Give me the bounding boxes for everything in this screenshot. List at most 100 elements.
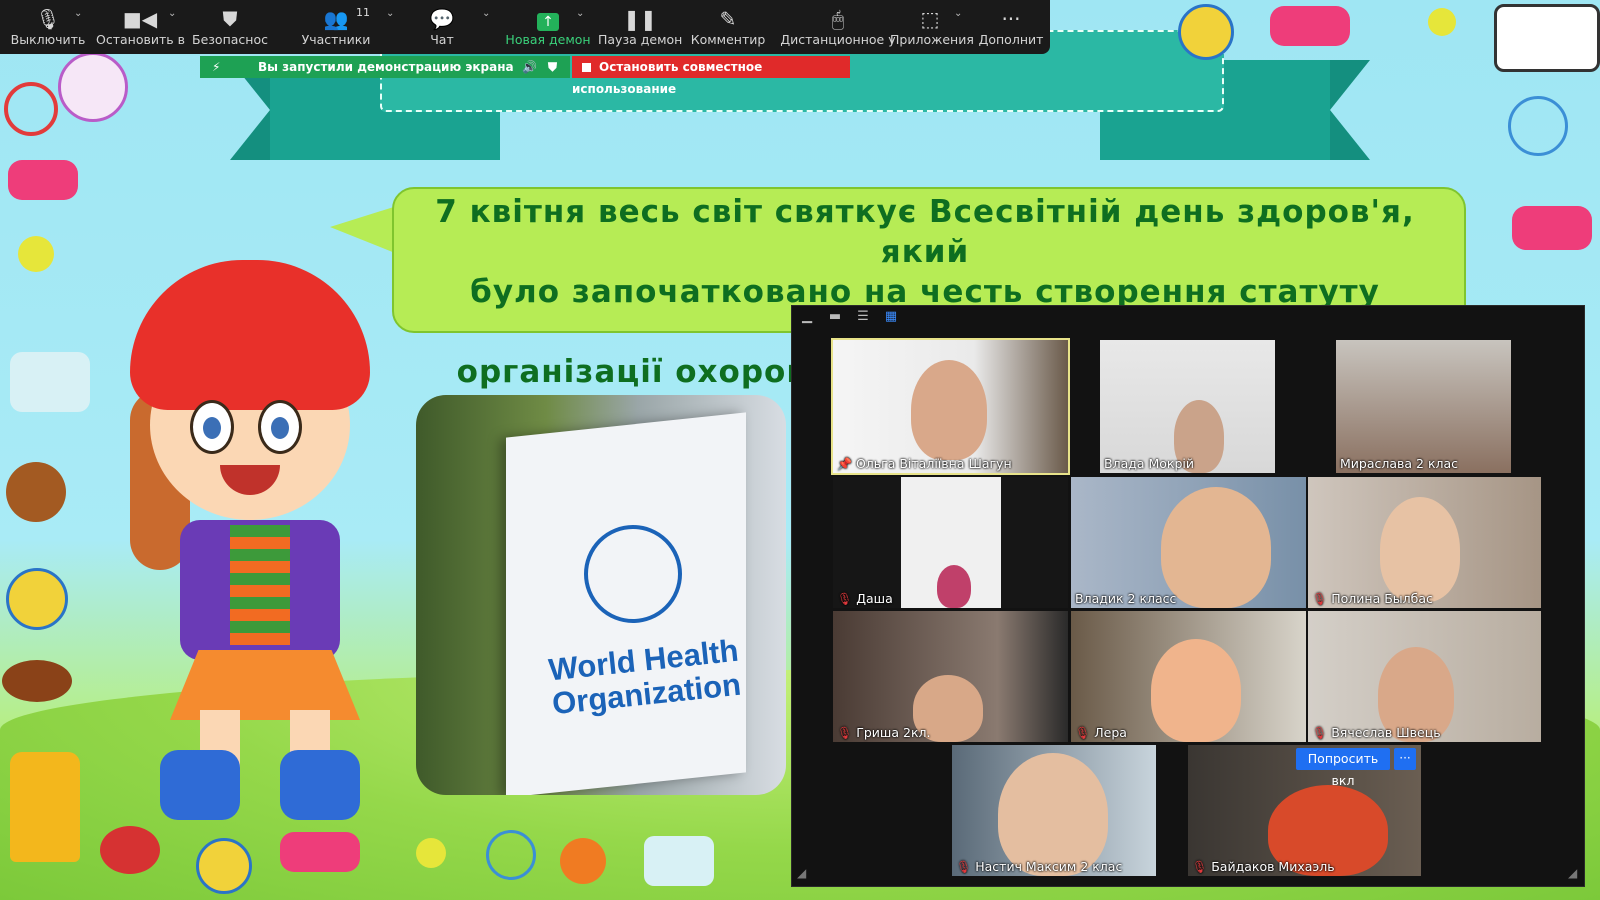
tennis-racket-icon bbox=[4, 82, 58, 136]
participant-name: Влада Мокрій bbox=[1104, 456, 1195, 471]
annotate-button[interactable]: ✎ Комментир bbox=[686, 0, 770, 54]
badminton-icon bbox=[1508, 96, 1568, 156]
tennis-ball-icon bbox=[18, 236, 54, 272]
video-tile[interactable]: Владик 2 класс bbox=[1071, 477, 1306, 608]
dumbbell-icon bbox=[8, 160, 78, 200]
chevron-down-icon[interactable]: ⌄ bbox=[576, 8, 584, 19]
girl-eye bbox=[258, 400, 302, 454]
video-tile[interactable]: 🎙 Вячеслав Швець bbox=[1308, 611, 1541, 742]
tennis-ball-icon bbox=[416, 838, 446, 868]
participant-video bbox=[911, 360, 987, 460]
participants-count: 11 bbox=[356, 6, 370, 19]
volleyball-icon bbox=[196, 838, 252, 894]
minimize-icon[interactable]: ▁ bbox=[800, 310, 814, 324]
ask-to-unmute-button[interactable]: Попросить вкл bbox=[1296, 748, 1390, 788]
security-button[interactable]: ⛊ Безопаснос bbox=[190, 0, 270, 54]
muted-mic-icon: 🎙 bbox=[956, 860, 972, 874]
girl-skirt bbox=[170, 650, 360, 720]
muted-mic-icon: 🎙 bbox=[837, 726, 853, 740]
video-tile[interactable]: 🎙 Лера bbox=[1071, 611, 1306, 742]
stop-share-button[interactable]: Остановить совместное использование bbox=[572, 56, 850, 96]
chat-button[interactable]: 💬 Чат bbox=[414, 0, 470, 54]
meeting-toolbar: 🎙 Выключить ⌄ ■◀ Остановить в ⌄ ⛊ Безопа… bbox=[0, 0, 1050, 54]
speech-bubble-tail bbox=[330, 205, 400, 255]
chevron-down-icon[interactable]: ⌄ bbox=[74, 8, 82, 19]
participant-video bbox=[1151, 639, 1241, 742]
participant-video bbox=[1161, 487, 1271, 608]
muted-mic-icon: 🎙 bbox=[1312, 726, 1328, 740]
roller-skate-icon bbox=[10, 352, 90, 412]
pause-share-button[interactable]: ❚❚ Пауза демон bbox=[598, 0, 682, 54]
pencil-icon: ✎ bbox=[719, 7, 737, 31]
video-tile[interactable]: 📌 Ольга Віталіївна Шагун bbox=[831, 338, 1070, 475]
chevron-down-icon[interactable]: ⌄ bbox=[386, 8, 394, 19]
girl-roller-skate bbox=[160, 750, 240, 820]
speaker-icon[interactable]: 🔊 bbox=[522, 56, 537, 78]
girl-shirt bbox=[230, 525, 290, 645]
participant-avatar bbox=[937, 565, 971, 608]
girl-skater-illustration bbox=[80, 250, 440, 820]
chevron-down-icon[interactable]: ⌄ bbox=[482, 8, 490, 19]
participant-name: 🎙 Даша bbox=[837, 591, 893, 606]
participant-name: 🎙 Байдаков Михаэль bbox=[1192, 859, 1335, 874]
participant-name: Мирaслава 2 клас bbox=[1340, 456, 1459, 471]
volleyball-icon bbox=[6, 568, 68, 630]
roller-skate-icon bbox=[644, 836, 714, 886]
football-icon bbox=[2, 660, 72, 702]
who-photo: World Health Organization bbox=[416, 395, 786, 795]
video-tile[interactable]: 🎙 Гриша 2кл. bbox=[833, 611, 1068, 742]
video-tile[interactable]: 🎙 Полина Былбас bbox=[1308, 477, 1541, 608]
basketball-hoop-icon bbox=[1494, 4, 1600, 72]
video-tile[interactable]: 🎙 Настич Максим 2 клас bbox=[952, 745, 1156, 876]
dumbbell-icon bbox=[280, 832, 360, 872]
girl-eye bbox=[190, 400, 234, 454]
participant-name: 🎙 Полина Былбас bbox=[1312, 591, 1433, 606]
muted-mic-icon: 🎙 bbox=[837, 592, 853, 606]
teacher-avatar-icon bbox=[58, 52, 128, 122]
ping-pong-icon bbox=[100, 826, 160, 874]
share-status-bar: ⚡ Вы запустили демонстрацию экрана 🔊 ⛊ bbox=[200, 56, 570, 78]
dumbbell-icon bbox=[1270, 6, 1350, 46]
chevron-down-icon[interactable]: ⌄ bbox=[954, 8, 962, 19]
speaker-view-icon[interactable]: ▬ bbox=[828, 310, 842, 324]
muted-mic-icon: 🎙 bbox=[1312, 592, 1328, 606]
resize-handle-icon[interactable]: ◢ bbox=[797, 866, 806, 880]
shield-icon: ⛊ bbox=[222, 7, 238, 31]
chevron-down-icon[interactable]: ⌄ bbox=[168, 8, 176, 19]
strip-view-icon[interactable]: ☰ bbox=[856, 310, 870, 324]
remote-control-button[interactable]: 🖱 Дистанционное у bbox=[774, 0, 902, 54]
who-emblem-icon bbox=[584, 525, 682, 623]
badminton-icon bbox=[486, 830, 536, 880]
participant-name: 📌 Ольга Віталіївна Шагун bbox=[837, 456, 1012, 471]
trophy-icon bbox=[10, 752, 80, 862]
participant-name: Владик 2 класс bbox=[1075, 591, 1177, 606]
gallery-header: ▁ ▬ ☰ ▦ bbox=[792, 306, 1584, 330]
participant-name: 🎙 Вячеслав Швець bbox=[1312, 725, 1441, 740]
pause-icon: ❚❚ bbox=[623, 7, 657, 31]
girl-roller-skate bbox=[280, 750, 360, 820]
video-tile[interactable]: 🎙 Даша bbox=[833, 477, 1068, 608]
girl-helmet bbox=[130, 260, 370, 410]
shield-icon[interactable]: ⛊ bbox=[548, 56, 557, 78]
resize-handle-icon[interactable]: ◢ bbox=[1568, 866, 1577, 880]
share-status-text: Вы запустили демонстрацию экрана bbox=[258, 60, 514, 74]
more-icon: ··· bbox=[1001, 7, 1021, 31]
tennis-ball-icon bbox=[1428, 8, 1456, 36]
baseball-glove-icon bbox=[6, 462, 66, 522]
muted-mic-icon: 🎙 bbox=[1192, 860, 1208, 874]
participant-name: 🎙 Гриша 2кл. bbox=[837, 725, 931, 740]
participant-name: 🎙 Лера bbox=[1075, 725, 1127, 740]
basketball-icon bbox=[560, 838, 606, 884]
participant-video bbox=[998, 753, 1108, 876]
tile-more-options-button[interactable]: ··· bbox=[1394, 748, 1416, 770]
slide-text-line: 7 квітня весь світ святкує Всесвітній де… bbox=[435, 194, 1415, 270]
share-signal-icon: ⚡ bbox=[212, 60, 221, 74]
pin-icon: 📌 bbox=[837, 457, 852, 471]
muted-mic-icon: 🎙 bbox=[1075, 726, 1091, 740]
more-button[interactable]: ··· Дополнит bbox=[976, 0, 1046, 54]
participant-video bbox=[1380, 497, 1460, 602]
video-tile[interactable]: Мирaслава 2 клас bbox=[1336, 340, 1511, 473]
gallery-grid-icon[interactable]: ▦ bbox=[884, 310, 898, 324]
video-tile[interactable]: Влада Мокрій bbox=[1100, 340, 1275, 473]
participant-name: 🎙 Настич Максим 2 клас bbox=[956, 859, 1123, 874]
